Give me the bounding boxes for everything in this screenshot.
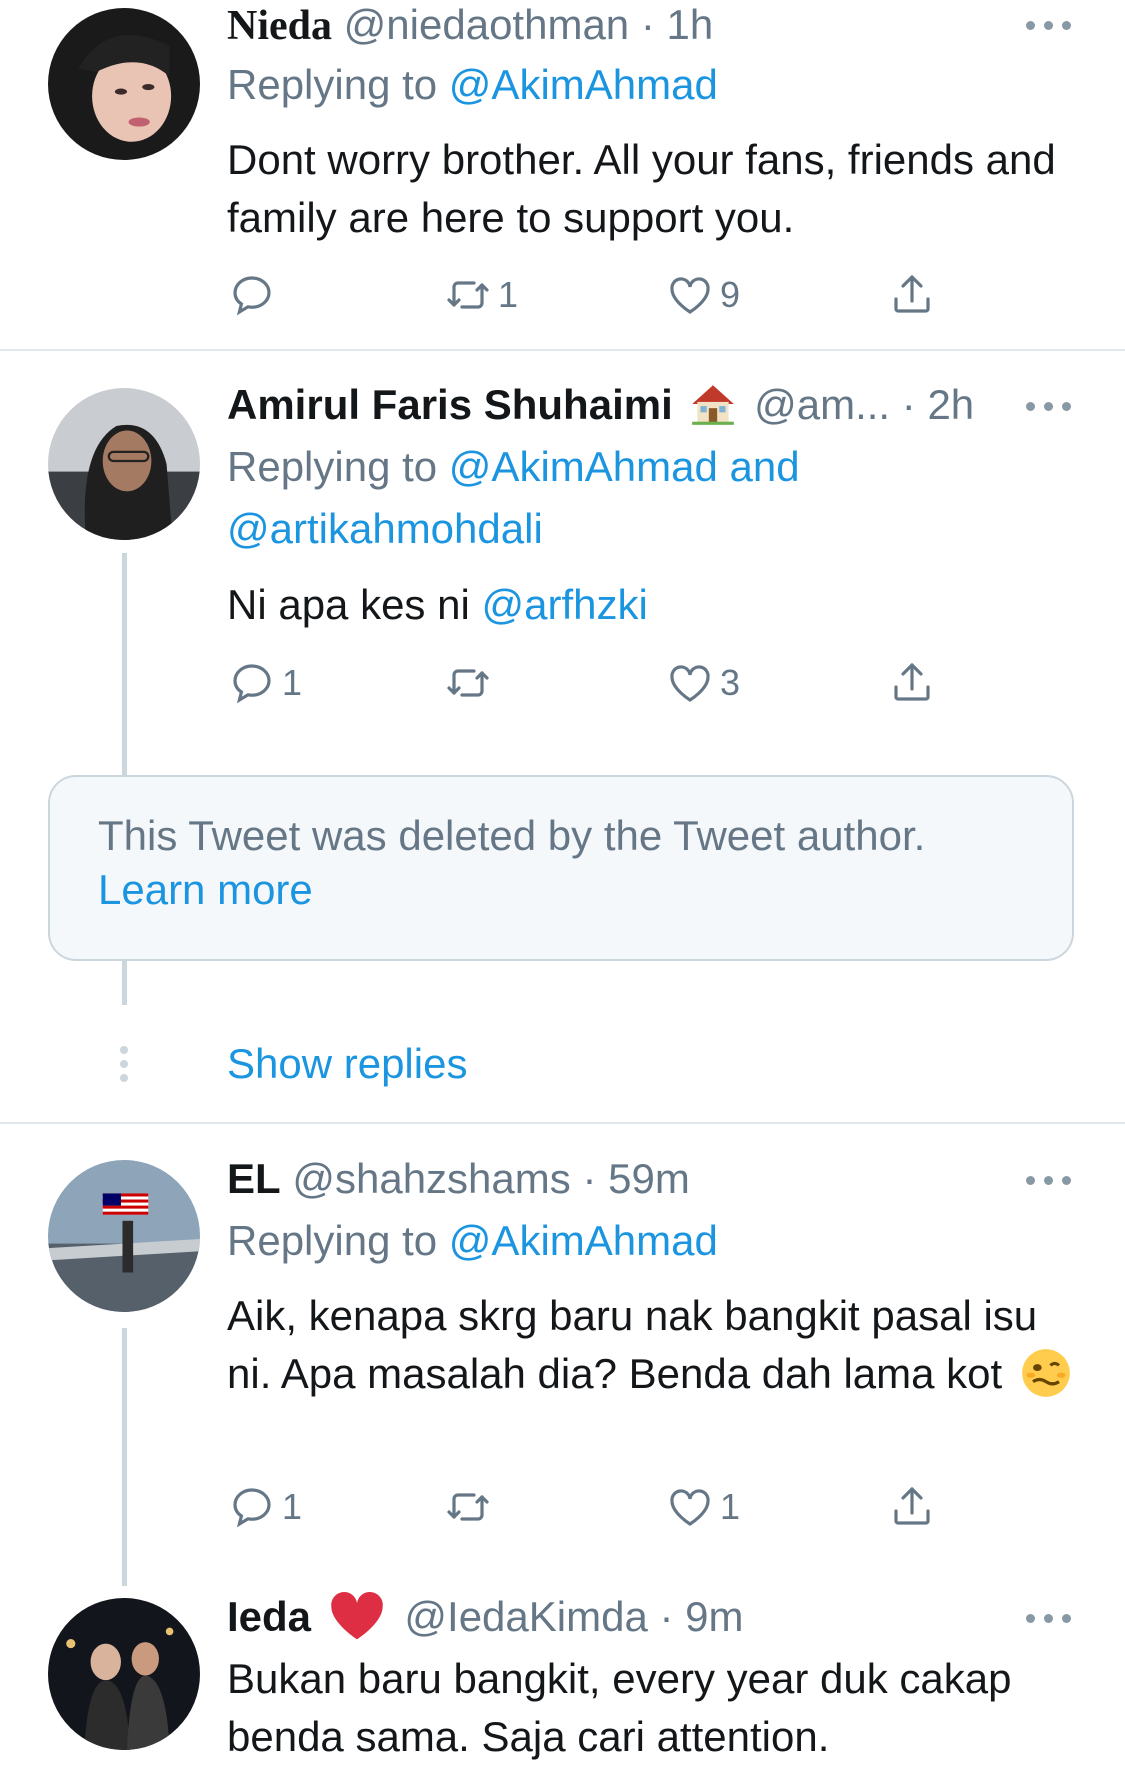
mention-link[interactable]: @AkimAhmad <box>449 61 718 108</box>
tweet-text: Bukan baru bangkit, every year duk cakap… <box>227 1655 1012 1760</box>
reply-icon <box>233 664 271 704</box>
share-button[interactable] <box>888 270 936 320</box>
divider <box>0 349 1125 351</box>
replying-prefix: Replying to <box>227 61 449 108</box>
separator: · <box>640 1 655 48</box>
share-button[interactable] <box>888 658 936 708</box>
share-icon <box>894 663 930 701</box>
like-count: 9 <box>720 274 741 315</box>
separator: · <box>659 1593 674 1640</box>
deleted-tweet-notice: This Tweet was deleted by the Tweet auth… <box>48 775 1074 961</box>
timestamp[interactable]: 9m <box>685 1593 743 1640</box>
reply-count: 1 <box>282 1486 303 1527</box>
display-name[interactable]: Amirul Faris Shuhaimi <box>227 381 673 428</box>
heart-icon <box>670 1489 710 1526</box>
tweet-text: Dont worry brother. All your fans, frien… <box>227 136 1056 241</box>
share-icon <box>894 275 930 313</box>
like-count: 3 <box>720 662 741 703</box>
handle[interactable]: @niedaothman <box>344 1 630 48</box>
heart-icon <box>670 277 710 314</box>
display-name[interactable]: Nieda <box>227 3 332 49</box>
tweet-header: Ieda @IedaKimda · 9m <box>227 1591 744 1642</box>
timestamp[interactable]: 1h <box>667 1 714 48</box>
share-button[interactable] <box>888 1482 936 1532</box>
house-emoji <box>692 385 735 425</box>
handle[interactable]: @shahzshams <box>292 1155 570 1202</box>
retweet-button[interactable]: 1 <box>444 270 518 320</box>
tweet-header: Nieda @niedaothman · 1h <box>227 0 713 51</box>
thread-line <box>122 553 127 775</box>
show-replies-link[interactable]: Show replies <box>227 1037 467 1091</box>
more-options-icon[interactable] <box>1026 399 1074 413</box>
display-name[interactable]: Ieda <box>227 1593 311 1640</box>
tweet-text-content: Aik, kenapa skrg baru nak bangkit pasal … <box>227 1292 1038 1397</box>
separator: · <box>901 381 916 428</box>
share-icon <box>894 1487 930 1525</box>
red-heart-emoji <box>330 1591 383 1640</box>
reply-count: 1 <box>282 662 303 703</box>
replying-to: Replying to @AkimAhmad <box>227 54 718 116</box>
divider <box>0 1122 1125 1124</box>
retweet-icon <box>447 669 489 697</box>
reply-icon <box>233 276 271 316</box>
display-name[interactable]: EL <box>227 1155 281 1202</box>
mention-link[interactable]: @artikahmohdali <box>227 498 543 560</box>
like-button[interactable]: 3 <box>666 658 740 708</box>
retweet-button[interactable] <box>444 1482 498 1532</box>
reply-button[interactable]: 1 <box>228 1482 302 1532</box>
more-options-icon[interactable] <box>1026 18 1074 32</box>
tweet-text: Ni apa kes ni @arfhzki <box>227 576 1087 634</box>
reply-button[interactable]: 1 <box>228 658 302 708</box>
timestamp[interactable]: 59m <box>608 1155 690 1202</box>
avatar[interactable] <box>48 388 200 540</box>
tweet-text-prefix: Ni apa kes ni <box>227 581 482 628</box>
retweet-icon <box>447 1493 489 1521</box>
more-options-icon[interactable] <box>1026 1173 1074 1187</box>
more-options-icon[interactable] <box>1026 1611 1074 1625</box>
thread-line <box>122 961 127 1005</box>
reply-button[interactable] <box>228 270 282 320</box>
tweet-text: Aik, kenapa skrg baru nak bangkit pasal … <box>227 1287 1087 1403</box>
tweet-header: EL @shahzshams · 59m <box>227 1154 690 1204</box>
replying-to: Replying to @AkimAhmad <box>227 1210 718 1272</box>
replying-prefix: Replying to <box>227 443 449 490</box>
like-button[interactable]: 1 <box>666 1482 740 1532</box>
handle[interactable]: @am... <box>754 381 890 428</box>
heart-icon <box>670 665 710 702</box>
mention-link[interactable]: @AkimAhmad <box>449 1217 718 1264</box>
replying-to: Replying to @AkimAhmad and <box>227 436 800 498</box>
avatar[interactable] <box>48 1160 200 1312</box>
avatar[interactable] <box>48 8 200 160</box>
retweet-icon <box>447 281 489 309</box>
separator: · <box>582 1155 597 1202</box>
retweet-button[interactable] <box>444 658 498 708</box>
learn-more-link[interactable]: Learn more <box>98 863 1072 917</box>
handle[interactable]: @IedaKimda <box>404 1593 647 1640</box>
mention-link[interactable]: @AkimAhmad and <box>449 443 800 490</box>
deleted-notice-text: This Tweet was deleted by the Tweet auth… <box>98 812 926 859</box>
like-count: 1 <box>720 1486 741 1527</box>
reply-icon <box>233 1488 271 1528</box>
tweet-header: Amirul Faris Shuhaimi @am... · 2h <box>227 380 974 430</box>
thread-dots-icon <box>119 1046 129 1082</box>
woozy-face-emoji <box>1022 1349 1070 1397</box>
replying-prefix: Replying to <box>227 1217 449 1264</box>
retweet-count: 1 <box>498 274 519 315</box>
mention-link[interactable]: @arfhzki <box>481 581 647 628</box>
thread-line <box>122 1328 127 1586</box>
timestamp[interactable]: 2h <box>927 381 974 428</box>
like-button[interactable]: 9 <box>666 270 740 320</box>
avatar[interactable] <box>48 1598 200 1750</box>
